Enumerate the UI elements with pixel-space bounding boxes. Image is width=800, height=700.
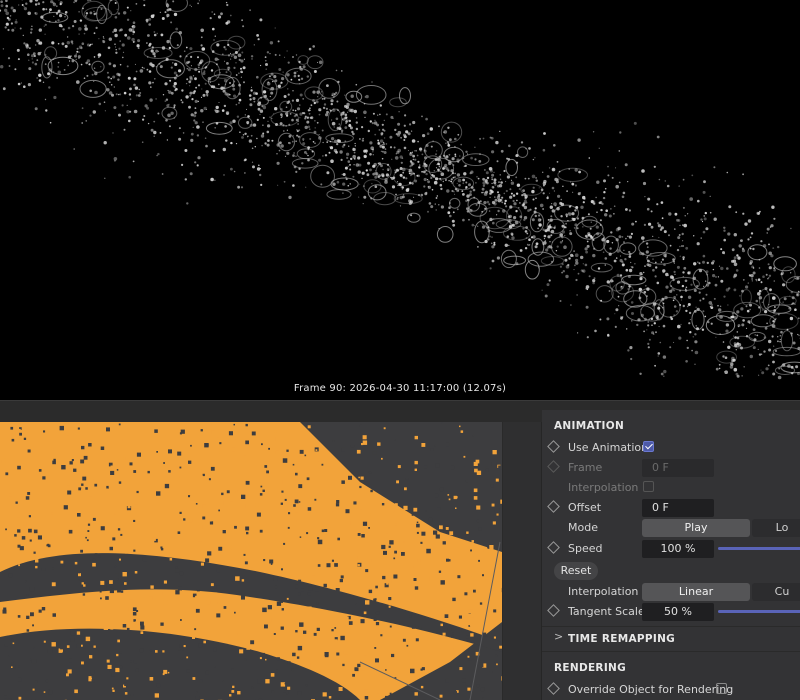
speed-slider[interactable] (718, 547, 800, 550)
frame-field[interactable]: 0 F (642, 459, 714, 477)
mode-option-play[interactable]: Play (642, 519, 750, 537)
mode-option-loop[interactable]: Lo (752, 519, 800, 537)
use-animation-label: Use Animation (568, 441, 649, 454)
frame-label: Frame (568, 461, 603, 474)
section-time-remapping[interactable]: > TIME REMAPPING (542, 626, 800, 652)
section-title-animation: ANIMATION (554, 420, 625, 432)
override-object-checkbox[interactable] (716, 683, 727, 694)
use-animation-checkbox[interactable] (643, 441, 654, 452)
attributes-panel: ANIMATION Use Animation Frame 0 F Interp… (542, 410, 800, 700)
particles-viewport-image (0, 422, 502, 700)
offset-field[interactable]: 0 F (642, 499, 714, 517)
row-mode: Mode Play Lo (542, 518, 800, 538)
row-tangent-scale: Tangent Scale 50 % (542, 602, 800, 622)
row-interpolation-disabled: Interpolation (542, 478, 800, 498)
render-view: Frame 90: 2026-04-30 11:17:00 (12.07s) (0, 0, 800, 400)
viewport-3d[interactable] (0, 422, 503, 700)
section-title-time-remapping: TIME REMAPPING (568, 633, 676, 645)
interpolation-option-cubic[interactable]: Cu (752, 583, 800, 601)
keyframe-diamond-icon[interactable] (547, 604, 560, 617)
render-image (0, 0, 800, 380)
row-speed: Speed 100 % (542, 539, 800, 559)
interpolation-option-linear[interactable]: Linear (642, 583, 750, 601)
keyframe-diamond-icon (547, 460, 560, 473)
keyframe-diamond-icon[interactable] (547, 682, 560, 695)
tangent-scale-slider[interactable] (718, 610, 800, 613)
override-object-label: Override Object for Rendering (568, 683, 734, 696)
row-interpolation: Interpolation Linear Cu (542, 582, 800, 602)
keyframe-diamond-icon[interactable] (547, 440, 560, 453)
interpolation-label: Interpolation (568, 585, 639, 598)
chevron-right-icon: > (554, 630, 564, 643)
row-offset: Offset 0 F (542, 498, 800, 518)
reset-button[interactable]: Reset (554, 562, 598, 580)
tangent-scale-label: Tangent Scale (568, 605, 645, 618)
interpolation-checkbox[interactable] (643, 481, 654, 492)
tangent-scale-field[interactable]: 50 % (642, 603, 714, 621)
keyframe-diamond-icon[interactable] (547, 541, 560, 554)
mode-label: Mode (568, 521, 598, 534)
section-title-rendering: RENDERING (554, 662, 627, 674)
interpolation-disabled-label: Interpolation (568, 481, 639, 494)
render-frame-caption: Frame 90: 2026-04-30 11:17:00 (12.07s) (293, 383, 507, 394)
row-frame: Frame 0 F (542, 458, 800, 478)
panel-gutter (503, 422, 542, 700)
keyframe-diamond-icon[interactable] (547, 500, 560, 513)
speed-field[interactable]: 100 % (642, 540, 714, 558)
offset-label: Offset (568, 501, 602, 514)
row-reset: Reset (542, 562, 800, 582)
speed-label: Speed (568, 542, 603, 555)
row-override-object: Override Object for Rendering (542, 680, 800, 700)
row-use-animation: Use Animation (542, 438, 800, 458)
